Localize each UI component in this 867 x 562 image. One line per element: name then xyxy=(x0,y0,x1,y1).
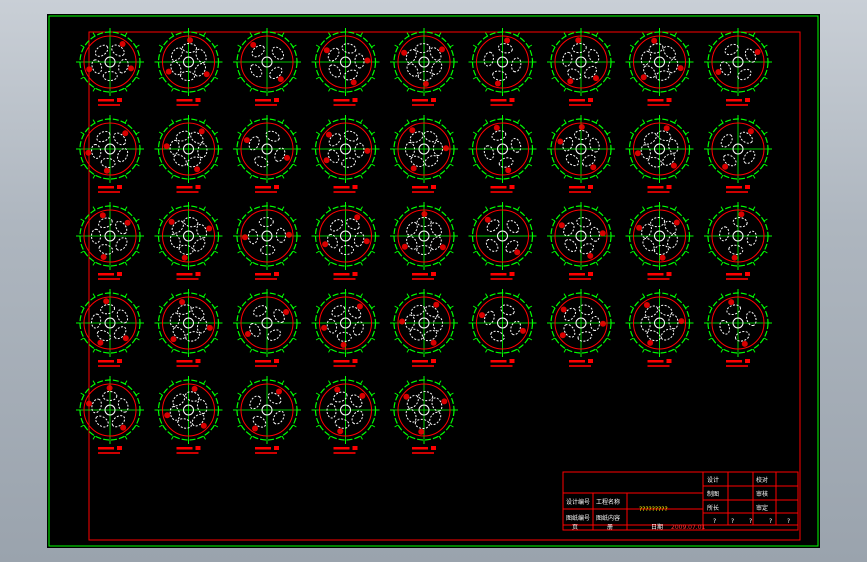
flange-part xyxy=(468,28,537,106)
flange-part xyxy=(547,115,615,193)
flange-part xyxy=(154,115,223,193)
parts-grid xyxy=(76,28,772,454)
project-name-label: 工程名称 xyxy=(596,498,620,506)
flange-part xyxy=(76,289,144,367)
flange-part xyxy=(390,289,458,367)
title-block: 设计编号 图纸编号 工程名称 图纸内容 ????????? 页 册 日期 200… xyxy=(562,471,799,531)
date-value: 2009.07.01 xyxy=(671,524,706,531)
bottom-mark-3: ? xyxy=(749,518,752,525)
flange-part xyxy=(468,115,537,193)
flange-part xyxy=(390,202,458,280)
reviewer-label: 审核 xyxy=(756,490,768,498)
flange-part xyxy=(154,376,223,454)
inner-border xyxy=(88,31,801,541)
office-head-label: 所长 xyxy=(707,504,719,512)
flange-part xyxy=(154,28,223,106)
flange-part xyxy=(311,202,380,280)
flange-part xyxy=(233,115,301,193)
flange-part xyxy=(154,289,223,367)
date-label: 日期 xyxy=(651,523,663,531)
approver-label: 审定 xyxy=(756,504,768,512)
flange-part xyxy=(390,115,458,193)
flange-part xyxy=(311,376,380,454)
flange-part xyxy=(547,28,615,106)
bottom-mark-4: ? xyxy=(769,518,772,525)
flange-part xyxy=(547,202,615,280)
flange-part xyxy=(233,289,301,367)
flange-part xyxy=(468,289,537,367)
flange-part xyxy=(154,202,223,280)
bottom-mark-2: ? xyxy=(731,518,734,525)
flange-part xyxy=(704,115,772,193)
flange-part xyxy=(625,115,694,193)
flange-part xyxy=(76,376,144,454)
flange-part xyxy=(76,28,144,106)
design-no-label: 设计编号 xyxy=(566,498,590,506)
sheet-count-label: 册 xyxy=(607,524,613,531)
flange-part xyxy=(468,202,537,280)
flange-part xyxy=(311,28,380,106)
cad-drawing[interactable]: 设计编号 图纸编号 工程名称 图纸内容 ????????? 页 册 日期 200… xyxy=(47,14,820,548)
drawing-content-value: ????????? xyxy=(639,506,668,513)
flange-part xyxy=(625,202,694,280)
sheet-label: 页 xyxy=(572,524,578,531)
flange-part xyxy=(311,289,380,367)
flange-part xyxy=(704,202,772,280)
checker-label: 校对 xyxy=(756,476,768,484)
flange-part xyxy=(233,202,301,280)
flange-part xyxy=(76,202,144,280)
flange-part xyxy=(233,376,301,454)
drawing-content-label: 图纸内容 xyxy=(596,514,620,522)
flange-part xyxy=(233,28,301,106)
flange-part xyxy=(390,376,458,454)
outer-frame xyxy=(48,15,819,547)
flange-part xyxy=(625,28,694,106)
drawing-no-label: 图纸编号 xyxy=(566,514,590,522)
flange-part xyxy=(390,28,458,106)
flange-part xyxy=(311,115,380,193)
flange-part xyxy=(704,289,772,367)
flange-part xyxy=(547,289,615,367)
flange-part xyxy=(625,289,694,367)
designer-label: 设计 xyxy=(707,476,719,484)
bottom-mark-5: ? xyxy=(787,518,790,525)
flange-part xyxy=(76,115,144,193)
drafter-label: 制图 xyxy=(707,490,719,498)
bottom-mark-1: ? xyxy=(713,518,716,525)
drawing-sheet[interactable]: 设计编号 图纸编号 工程名称 图纸内容 ????????? 页 册 日期 200… xyxy=(47,14,820,548)
flange-part xyxy=(704,28,772,106)
